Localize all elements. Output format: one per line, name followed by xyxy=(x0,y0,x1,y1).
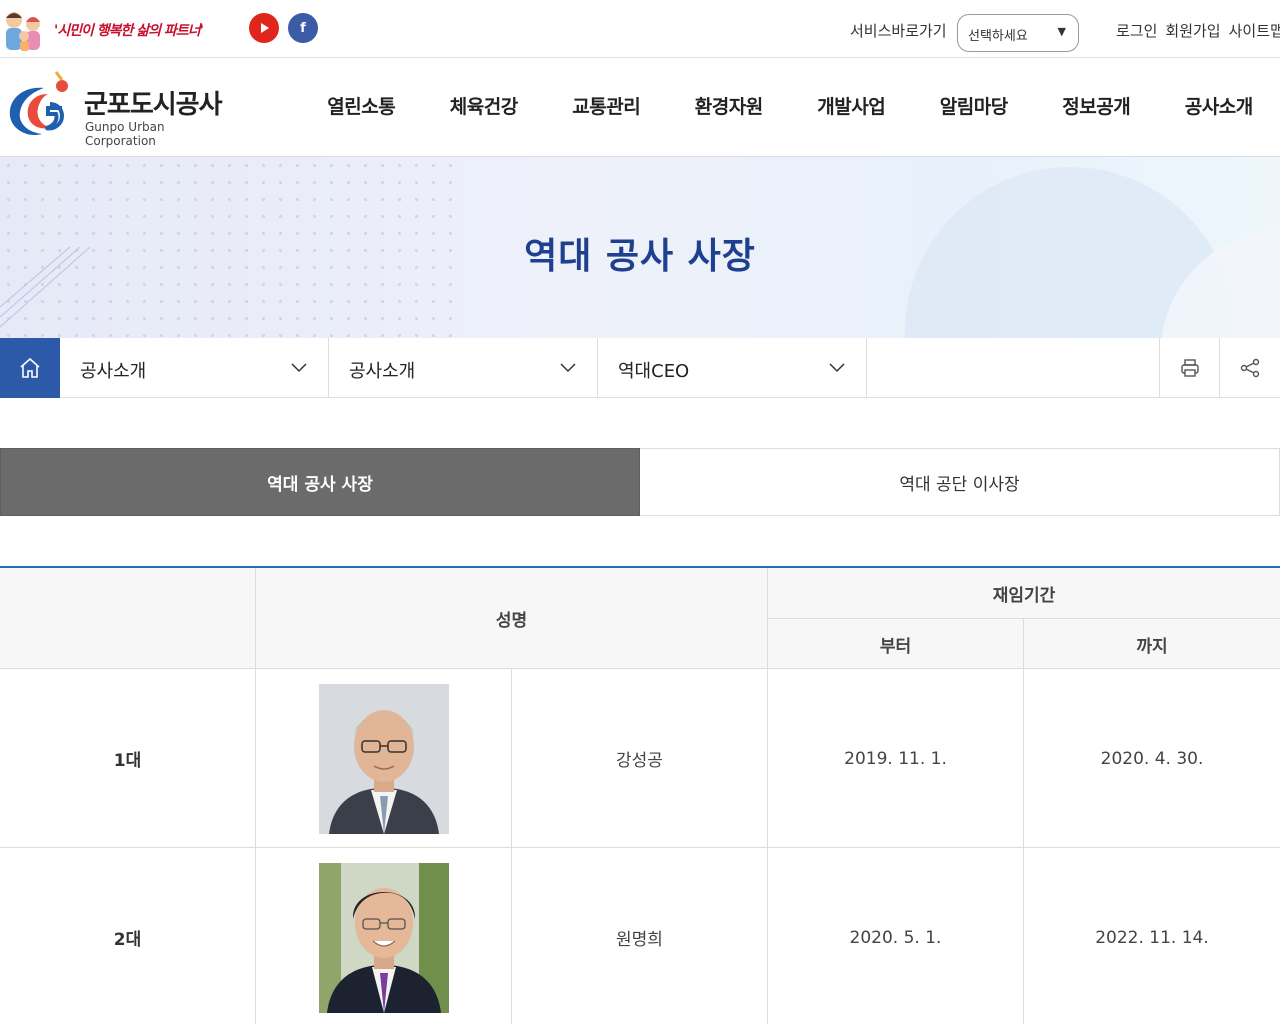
name-cell: 원명희 xyxy=(512,848,768,1024)
location-depth2-dropdown[interactable]: 공사소개 xyxy=(329,338,598,398)
family-illustration-icon xyxy=(0,6,50,54)
gnb-item-about[interactable]: 공사소개 xyxy=(1158,58,1280,157)
ceo-portrait-photo xyxy=(318,683,449,834)
name-cell: 강성공 xyxy=(512,669,768,848)
share-button[interactable] xyxy=(1219,338,1279,398)
header-name: 성명 xyxy=(256,568,768,669)
gnb-item-development[interactable]: 개발사업 xyxy=(790,58,913,157)
location-depth1-dropdown[interactable]: 공사소개 xyxy=(60,338,329,398)
sub-visual-banner: 역대 공사 사장 xyxy=(0,157,1280,338)
term-from-cell: 2020. 5. 1. xyxy=(768,848,1024,1024)
page-title: 역대 공사 사장 xyxy=(524,236,756,277)
logo-mark-icon xyxy=(4,70,74,142)
gnb-item-sports-health[interactable]: 체육건강 xyxy=(423,58,546,157)
site-logo[interactable]: 군포도시공사 Gunpo Urban Corporation xyxy=(4,70,234,148)
table-row: 2대 원명희 2020. 5. 1. 2022. 11. 14. xyxy=(0,848,1280,1024)
ceo-history-table: 성명 재임기간 부터 까지 1대 강성공 2019. 11. 1. 2020. … xyxy=(0,566,1280,1024)
print-icon xyxy=(1180,359,1199,377)
table-header: 성명 재임기간 부터 까지 xyxy=(0,568,1280,669)
location-depth3-dropdown[interactable]: 역대CEO xyxy=(598,338,867,398)
gnb-item-notice[interactable]: 알림마당 xyxy=(913,58,1036,157)
join-link[interactable]: 회원가입 xyxy=(1165,22,1220,40)
top-utility-bar: '시민이 행복한 삶의 파트너' f 서비스바로가기 선택하세요 ▼ 로그인 회원… xyxy=(0,0,1280,58)
home-button[interactable] xyxy=(0,338,60,398)
site-header: 군포도시공사 Gunpo Urban Corporation 열린소통 체육건강… xyxy=(0,58,1280,157)
caret-down-icon: ▼ xyxy=(1057,25,1066,38)
photo-cell xyxy=(256,669,512,848)
slogan-text: '시민이 행복한 삶의 파트너' xyxy=(54,23,204,39)
order-cell: 1대 xyxy=(0,669,256,848)
header-to: 까지 xyxy=(1136,636,1168,657)
photo-cell xyxy=(256,848,512,1024)
slogan-banner: '시민이 행복한 삶의 파트너' xyxy=(0,6,204,54)
term-to-cell: 2020. 4. 30. xyxy=(1100,748,1204,769)
logo-english-name: Gunpo Urban Corporation xyxy=(85,120,165,148)
header-term-period: 재임기간 xyxy=(768,568,1280,619)
header-order-cell xyxy=(0,568,256,669)
global-navigation: 열린소통 체육건강 교통관리 환경자원 개발사업 알림마당 정보공개 공사소개 xyxy=(300,58,1280,157)
sitemap-link[interactable]: 사이트맵 xyxy=(1229,22,1280,40)
order-cell: 2대 xyxy=(0,848,256,1024)
logo-korean-name: 군포도시공사 xyxy=(84,90,223,120)
facebook-icon[interactable]: f xyxy=(288,13,318,43)
utility-links: 로그인 회원가입 사이트맵 xyxy=(1116,20,1280,41)
gnb-item-information[interactable]: 정보공개 xyxy=(1035,58,1158,157)
gnb-item-environment[interactable]: 환경자원 xyxy=(668,58,791,157)
chevron-down-icon xyxy=(291,363,307,373)
login-link[interactable]: 로그인 xyxy=(1116,22,1157,40)
tab-agency-chairmen[interactable]: 역대 공단 이사장 xyxy=(640,448,1280,516)
term-to-cell: 2022. 11. 14. xyxy=(1095,927,1209,948)
location-bar: 공사소개 공사소개 역대CEO xyxy=(0,338,1280,398)
service-shortcut-select[interactable]: 선택하세요 ▼ xyxy=(957,14,1079,52)
ceo-portrait-photo xyxy=(318,862,449,1013)
term-from-cell: 2019. 11. 1. xyxy=(768,669,1024,848)
chevron-down-icon xyxy=(560,363,576,373)
location-depth2-label: 공사소개 xyxy=(349,361,416,382)
gnb-item-traffic[interactable]: 교통관리 xyxy=(545,58,668,157)
gnb-item-open-communication[interactable]: 열린소통 xyxy=(300,58,423,157)
print-button[interactable] xyxy=(1159,338,1219,398)
chevron-down-icon xyxy=(829,363,845,373)
service-select-value: 선택하세요 xyxy=(968,29,1028,44)
location-depth1-label: 공사소개 xyxy=(80,361,147,382)
location-depth3-label: 역대CEO xyxy=(618,361,690,382)
tab-corporation-presidents[interactable]: 역대 공사 사장 xyxy=(0,448,640,516)
service-shortcut-label: 서비스바로가기 xyxy=(850,22,947,40)
content-tabs: 역대 공사 사장 역대 공단 이사장 xyxy=(0,448,1280,516)
header-from: 부터 xyxy=(768,619,1024,669)
share-icon xyxy=(1240,358,1259,378)
home-icon xyxy=(20,357,40,378)
youtube-icon[interactable] xyxy=(249,13,279,43)
table-row: 1대 강성공 2019. 11. 1. 2020. 4. 30. xyxy=(0,669,1280,848)
